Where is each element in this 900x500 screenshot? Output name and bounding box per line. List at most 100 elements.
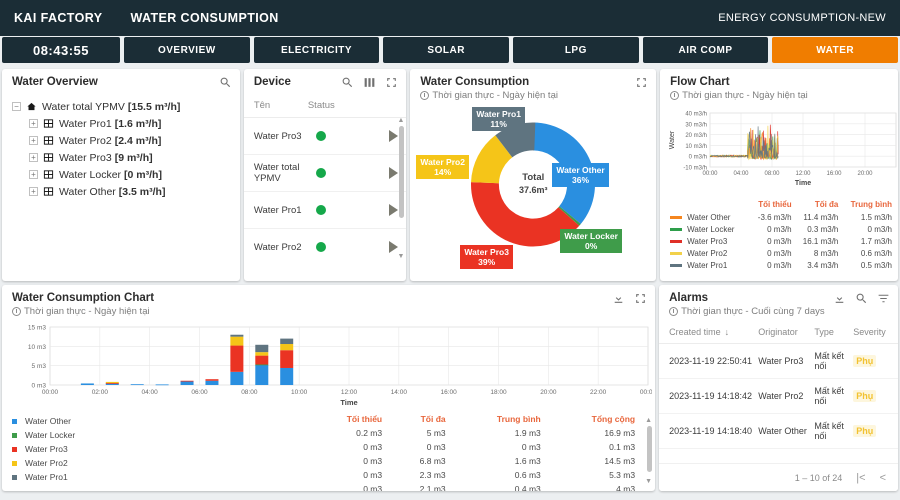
bar-segment[interactable]	[255, 352, 269, 356]
tab-water[interactable]: WATER	[772, 37, 899, 63]
tree-node-root[interactable]: − Water total YPMV [15.5 m³/h]	[12, 98, 240, 115]
expand-icon[interactable]: +	[29, 153, 38, 162]
flow-legend-row[interactable]: Water Pro3 0 m3/h 16.1 m3/h 1.7 m3/h	[666, 235, 892, 247]
alarm-row[interactable]: 2023-11-19 22:50:41 Water Pro3 Mất kết nối…	[659, 344, 898, 379]
bar-segment[interactable]	[80, 383, 94, 385]
prev-page-button[interactable]: <	[880, 472, 886, 484]
search-icon[interactable]	[219, 76, 232, 89]
fullscreen-icon[interactable]	[634, 292, 647, 305]
collapse-icon[interactable]: −	[12, 102, 21, 111]
bar-segment[interactable]	[255, 355, 269, 365]
tree-node-child[interactable]: + Water Pro1 [1.6 m³/h]	[12, 115, 240, 132]
alarm-type: Mất kết nối	[814, 386, 844, 406]
consumption-avg-cell: 1.6 m3	[514, 456, 541, 466]
alarm-row[interactable]: 2023-11-19 14:18:40 Water Other Mất kết nố…	[659, 414, 898, 449]
bar-segment[interactable]	[130, 384, 144, 386]
download-icon[interactable]	[612, 292, 625, 305]
flow-min-cell: 0 m3/h	[767, 260, 792, 270]
bar-segment[interactable]	[255, 364, 269, 366]
bar-segment[interactable]	[105, 383, 119, 384]
tree-node-child[interactable]: + Water Other [3.5 m³/h]	[12, 183, 240, 200]
bar-segment[interactable]	[255, 344, 269, 353]
clock-icon	[12, 307, 21, 316]
flow-legend-row[interactable]: Water Pro1 0 m3/h 3.4 m3/h 0.5 m3/h	[666, 259, 892, 271]
alarm-severity: Phụ	[853, 355, 890, 367]
device-scroll-thumb[interactable]	[399, 126, 405, 218]
tab-overview[interactable]: OVERVIEW	[124, 37, 250, 63]
flow-legend-row[interactable]: Water Pro2 0 m3/h 8 m3/h 0.6 m3/h	[666, 247, 892, 259]
consumption-legend-item[interactable]: Water Other	[12, 414, 312, 428]
consumption-scroll-thumb[interactable]	[647, 426, 653, 472]
bar-segment[interactable]	[230, 345, 244, 372]
first-page-button[interactable]: |<	[856, 472, 865, 484]
alarms-col-severity[interactable]: Severity	[853, 327, 890, 337]
bar-segment[interactable]	[205, 380, 219, 385]
scroll-down-arrow[interactable]: ▼	[397, 253, 404, 260]
flow-legend-row[interactable]: Water Locker 0 m3/h 0.3 m3/h 0 m3/h	[666, 223, 892, 235]
tree-node-child[interactable]: + Water Pro3 [9 m³/h]	[12, 149, 240, 166]
device-row-name: Water Pro2	[253, 241, 302, 253]
tab-lpg[interactable]: LPG	[513, 37, 639, 63]
scroll-up-arrow[interactable]: ▲	[397, 118, 404, 124]
tab-solar[interactable]: SOLAR	[383, 37, 510, 63]
alarm-row[interactable]: 2023-11-19 14:18:42 Water Pro2 Mất kết nối…	[659, 379, 898, 414]
consumption-legend-item[interactable]: Water Pro2	[12, 456, 312, 470]
tree-node-child[interactable]: + Water Locker [0 m³/h]	[12, 166, 240, 183]
scroll-up-arrow[interactable]: ▲	[645, 417, 652, 424]
bar-segment[interactable]	[205, 379, 219, 381]
bar-segment[interactable]	[180, 380, 194, 382]
device-row[interactable]: Water Pro3	[243, 118, 407, 155]
fullscreen-icon[interactable]	[635, 76, 648, 89]
x-axis-label: Time	[795, 180, 811, 187]
bar-segment[interactable]	[230, 371, 244, 385]
alarms-col-type[interactable]: Type	[814, 327, 853, 337]
search-icon[interactable]	[341, 76, 354, 89]
device-row[interactable]: Water Pro1	[243, 192, 407, 229]
top-bar: KAI FACTORY WATER CONSUMPTION ENERGY CON…	[0, 0, 900, 36]
flow-legend-row[interactable]: Water Other -3.6 m3/h 11.4 m3/h 1.5 m3/h	[666, 211, 892, 223]
expand-icon[interactable]: +	[29, 187, 38, 196]
consumption-legend-item[interactable]: Water Pro1	[12, 470, 312, 484]
device-row[interactable]: Water total YPMV	[243, 155, 407, 192]
play-icon[interactable]	[389, 241, 399, 253]
bar-segment[interactable]	[280, 350, 294, 368]
tree-node-child[interactable]: + Water Pro2 [2.4 m³/h]	[12, 132, 240, 149]
bar-segment[interactable]	[105, 381, 119, 384]
bar-segment[interactable]	[230, 334, 244, 337]
fullscreen-icon[interactable]	[385, 76, 398, 89]
tab-air-comp[interactable]: AIR COMP	[642, 37, 769, 63]
bar-segment[interactable]	[280, 338, 294, 345]
bar-segment[interactable]	[280, 367, 294, 385]
bar-segment[interactable]	[155, 384, 169, 386]
scroll-down-arrow[interactable]: ▼	[645, 478, 652, 485]
alarms-col-created[interactable]: Created time ↓	[669, 327, 758, 337]
expand-icon[interactable]: +	[29, 119, 38, 128]
expand-icon[interactable]: +	[29, 136, 38, 145]
filter-icon[interactable]	[877, 292, 890, 305]
bar-segment[interactable]	[180, 381, 194, 385]
play-icon[interactable]	[389, 167, 399, 179]
clock-display[interactable]: 08:43:55	[2, 37, 120, 63]
search-icon[interactable]	[855, 292, 868, 305]
consumption-legend-item[interactable]: Water Locker	[12, 428, 312, 442]
legend-swatch	[670, 264, 683, 267]
consumption-chart-svg[interactable]: 0 m35 m310 m315 m300:00 02:00 04:00 06:00 08…	[8, 323, 655, 409]
tab-electricity[interactable]: ELECTRICITY	[253, 37, 380, 63]
status-indicator	[315, 242, 326, 252]
bar-segment[interactable]	[255, 364, 269, 385]
expand-icon[interactable]: +	[29, 170, 38, 179]
columns-icon[interactable]	[363, 76, 376, 89]
consumption-stats-row: 0 m3 2.1 m3 0.4 m3 4 m3	[312, 482, 645, 491]
play-icon[interactable]	[389, 204, 399, 216]
download-icon[interactable]	[833, 292, 846, 305]
play-icon[interactable]	[389, 130, 399, 142]
device-row[interactable]: Water Pro2	[244, 229, 407, 260]
alarms-col-originator[interactable]: Originator	[758, 327, 814, 337]
bar-segment[interactable]	[280, 344, 294, 351]
flow-chart-svg[interactable]: -10 m3/h0 m3/h10 m3/h20 m3/h30 m3/h40 m3…	[666, 107, 898, 192]
x-tick-label: 16:00	[441, 389, 458, 396]
consumption-legend-item[interactable]: Water Pro3	[12, 442, 312, 456]
bar-segment[interactable]	[230, 336, 244, 346]
consumption-stats-scrollbar[interactable]: ▲ ▼	[645, 417, 653, 485]
device-scrollbar[interactable]: ▲ ▼	[397, 118, 405, 260]
